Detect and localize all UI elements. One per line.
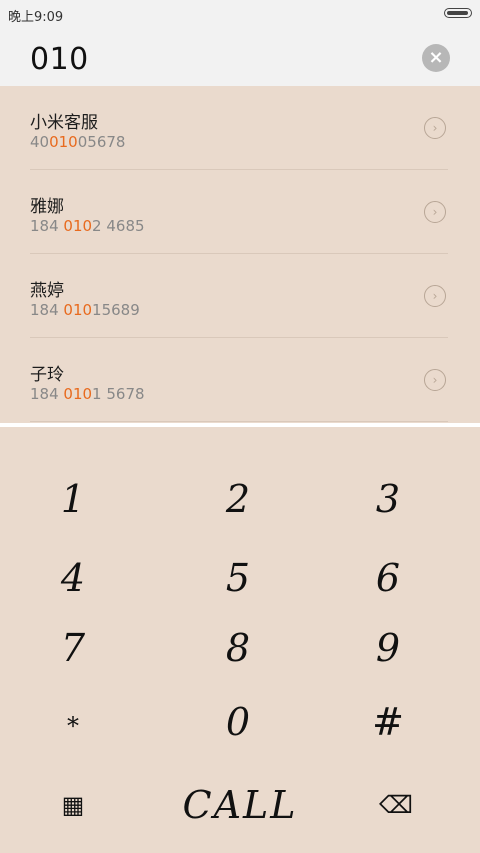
key-hash[interactable]: #	[328, 690, 448, 754]
clear-x-icon: ×	[428, 47, 444, 68]
key-3[interactable]: 3	[328, 467, 448, 531]
key-star[interactable]: *	[13, 694, 133, 758]
battery-icon	[444, 8, 472, 18]
chevron-right-icon[interactable]: ›	[424, 117, 446, 139]
key-4[interactable]: 4	[13, 546, 133, 610]
dial-input-bar: 010 ×	[0, 28, 480, 87]
contact-number: 184 01015689	[30, 301, 140, 319]
list-item[interactable]: 小米客服 4001005678 ›	[30, 86, 448, 170]
contact-number: 184 0102 4685	[30, 217, 145, 235]
chevron-right-icon[interactable]: ›	[424, 285, 446, 307]
contact-name: 燕婷	[30, 281, 64, 301]
chevron-right-icon[interactable]: ›	[424, 369, 446, 391]
chevron-right-icon[interactable]: ›	[424, 201, 446, 223]
key-8[interactable]: 8	[178, 616, 298, 680]
keypad-grid-icon[interactable]: ▦	[43, 775, 103, 835]
contact-name: 雅娜	[30, 197, 64, 217]
list-item[interactable]: 燕婷 184 01015689 ›	[30, 254, 448, 338]
call-button[interactable]: CALL	[150, 775, 330, 835]
contact-name: 子玲	[30, 365, 64, 385]
key-9[interactable]: 9	[328, 616, 448, 680]
status-time: 晚上9:09	[8, 10, 64, 25]
list-item[interactable]: 子玲 184 0101 5678 ›	[30, 338, 448, 422]
backspace-icon[interactable]: ⌫	[366, 775, 426, 835]
list-item[interactable]: 雅娜 184 0102 4685 ›	[30, 170, 448, 254]
clear-button[interactable]: ×	[422, 44, 450, 72]
status-bar: 晚上9:09	[0, 0, 480, 28]
contact-name: 小米客服	[30, 113, 98, 133]
search-results-list: 小米客服 4001005678 › 雅娜 184 0102 4685 › 燕婷 …	[0, 86, 480, 423]
contact-number: 4001005678	[30, 133, 126, 151]
contact-number: 184 0101 5678	[30, 385, 145, 403]
key-2[interactable]: 2	[178, 467, 298, 531]
key-1[interactable]: 1	[13, 467, 133, 531]
dial-keypad: 1 2 3 4 5 6 7 8 9 * 0 # ▦ CALL ⌫	[0, 427, 480, 853]
dialed-number[interactable]: 010	[30, 42, 89, 77]
key-0[interactable]: 0	[178, 690, 298, 754]
key-5[interactable]: 5	[178, 546, 298, 610]
key-6[interactable]: 6	[328, 546, 448, 610]
key-7[interactable]: 7	[13, 616, 133, 680]
